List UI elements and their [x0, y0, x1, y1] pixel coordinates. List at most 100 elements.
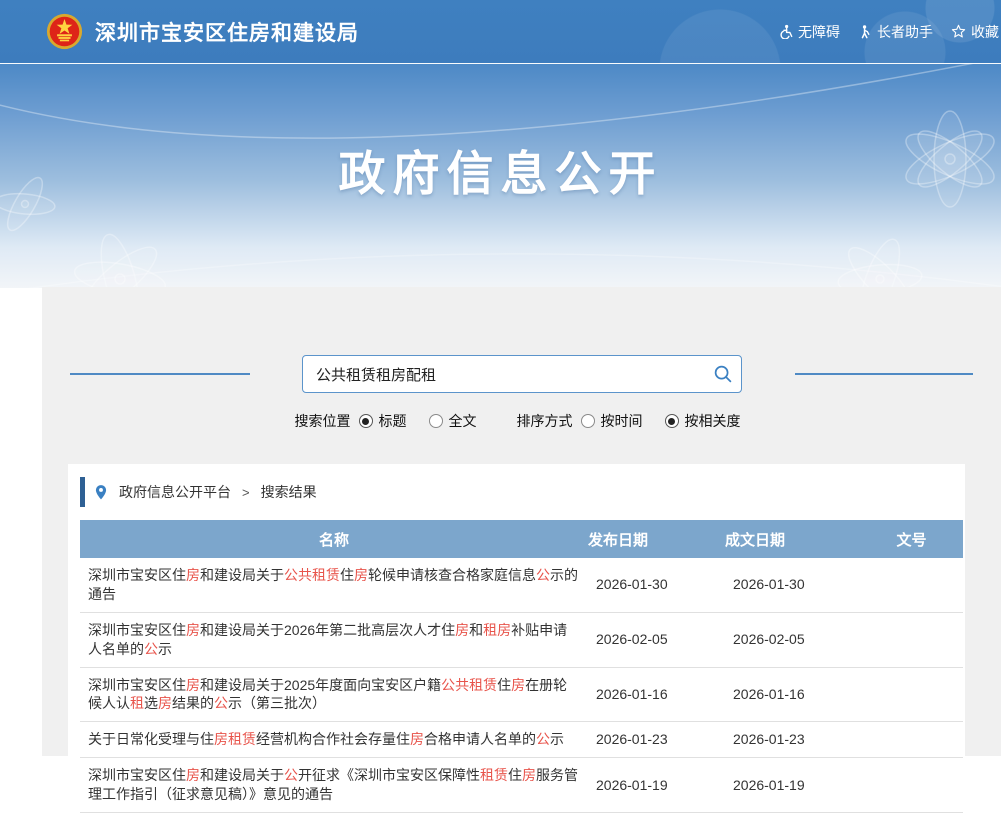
result-title-link[interactable]: 深圳市宝安区住房和建设局关于公共租赁住房轮候申请核查合格家庭信息公示的通告: [88, 567, 578, 602]
national-emblem-logo: [46, 13, 83, 50]
radio-by-time-label[interactable]: 按时间: [601, 411, 643, 431]
highlighted-keyword: 房: [522, 767, 536, 783]
radio-by-relevance[interactable]: 按相关度: [665, 411, 741, 431]
results-card: 政府信息公开平台 > 搜索结果 名称 发布日期 成文日期 文号 深圳市宝安区住房…: [68, 464, 965, 756]
result-doc-date: 2026-01-19: [725, 758, 860, 813]
table-row: 深圳市宝安区住房和建设局关于2026年第二批高层次人才住房和租房补贴申请人名单的…: [80, 612, 963, 667]
table-row: 深圳市宝安区住房和建设局关于公开征求《深圳市宝安区保障性租赁住房服务管理工作指引…: [80, 758, 963, 813]
search-position-label: 搜索位置: [295, 411, 351, 431]
breadcrumb-root-link[interactable]: 政府信息公开平台: [119, 482, 231, 502]
elder-helper-icon: [858, 24, 872, 39]
result-publish-date: 2026-02-05: [588, 612, 725, 667]
search-results-table: 名称 发布日期 成文日期 文号 深圳市宝安区住房和建设局关于公共租赁住房轮候申请…: [80, 520, 963, 813]
radio-by-relevance-control[interactable]: [665, 414, 679, 428]
table-header-row: 名称 发布日期 成文日期 文号: [80, 520, 963, 558]
highlighted-keyword: 公: [536, 567, 550, 583]
radio-fulltext-control[interactable]: [429, 414, 443, 428]
column-header-doc-date: 成文日期: [725, 520, 860, 558]
favorite-link[interactable]: 收藏: [951, 22, 999, 42]
elder-helper-link-label: 长者助手: [877, 22, 933, 42]
table-row: 关于日常化受理与住房租赁经营机构合作社会存量住房合格申请人名单的公示2026-0…: [80, 722, 963, 758]
highlighted-keyword: 公: [284, 767, 298, 783]
elder-helper-link[interactable]: 长者助手: [858, 22, 933, 42]
result-title-cell: 关于日常化受理与住房租赁经营机构合作社会存量住房合格申请人名单的公示: [80, 722, 588, 758]
title-text: 示: [158, 641, 172, 657]
result-doc-number: [860, 667, 963, 722]
site-brand: 深圳市宝安区住房和建设局: [46, 13, 359, 50]
title-text: 深圳市宝安区住: [88, 567, 186, 583]
breadcrumb: 政府信息公开平台 > 搜索结果: [80, 477, 953, 507]
title-text: 深圳市宝安区住: [88, 767, 186, 783]
result-doc-number: [860, 558, 963, 612]
highlighted-keyword: 公: [536, 731, 550, 747]
radio-by-time-control[interactable]: [581, 414, 595, 428]
title-text: 关于日常化受理与住: [88, 731, 214, 747]
result-title-link[interactable]: 深圳市宝安区住房和建设局关于2026年第二批高层次人才住房和租房补贴申请人名单的…: [88, 622, 567, 657]
result-title-cell: 深圳市宝安区住房和建设局关于2025年度面向宝安区户籍公共租赁住房在册轮候人认租…: [80, 667, 588, 722]
result-title-link[interactable]: 深圳市宝安区住房和建设局关于公开征求《深圳市宝安区保障性租赁住房服务管理工作指引…: [88, 767, 578, 802]
title-text: 和建设局关于2025年度面向宝安区户籍: [200, 677, 441, 693]
highlighted-keyword: 租: [130, 695, 144, 711]
top-utility-links: 无障碍 长者助手 收藏: [778, 22, 999, 42]
title-text: 经营机构合作社会存量住: [256, 731, 410, 747]
result-title-link[interactable]: 深圳市宝安区住房和建设局关于2025年度面向宝安区户籍公共租赁住房在册轮候人认租…: [88, 677, 567, 712]
highlighted-keyword: 房: [186, 767, 200, 783]
search-input[interactable]: [303, 366, 705, 383]
result-publish-date: 2026-01-16: [588, 667, 725, 722]
site-title: 深圳市宝安区住房和建设局: [95, 17, 359, 47]
result-publish-date: 2026-01-23: [588, 722, 725, 758]
result-doc-date: 2026-02-05: [725, 612, 860, 667]
accessibility-link-label: 无障碍: [798, 22, 840, 42]
title-text: 深圳市宝安区住: [88, 622, 186, 638]
highlighted-keyword: 房: [455, 622, 469, 638]
table-row: 深圳市宝安区住房和建设局关于2025年度面向宝安区户籍公共租赁住房在册轮候人认租…: [80, 667, 963, 722]
result-doc-number: [860, 612, 963, 667]
search-icon: [713, 364, 733, 384]
radio-title[interactable]: 标题: [359, 411, 407, 431]
left-decor-line: [70, 373, 250, 375]
highlighted-keyword: 房: [511, 677, 525, 693]
title-text: 住: [497, 677, 511, 693]
radio-by-time[interactable]: 按时间: [581, 411, 643, 431]
accessibility-icon: [778, 24, 793, 39]
highlighted-keyword: 房: [410, 731, 424, 747]
content-panel: 搜索位置 标题 全文 排序方式 按时间 按相关度 政府信息公开平台 > 搜索: [42, 287, 1001, 756]
column-header-doc-number: 文号: [860, 520, 963, 558]
result-publish-date: 2026-01-30: [588, 558, 725, 612]
title-text: 和建设局关于2026年第二批高层次人才住: [200, 622, 455, 638]
column-header-name: 名称: [80, 520, 588, 558]
radio-title-control[interactable]: [359, 414, 373, 428]
search-options-row: 搜索位置 标题 全文 排序方式 按时间 按相关度: [42, 411, 1001, 431]
title-text: 深圳市宝安区住: [88, 677, 186, 693]
breadcrumb-current: 搜索结果: [261, 482, 317, 502]
result-title-cell: 深圳市宝安区住房和建设局关于公开征求《深圳市宝安区保障性租赁住房服务管理工作指引…: [80, 758, 588, 813]
highlighted-keyword: 房: [186, 567, 200, 583]
breadcrumb-separator: >: [242, 485, 250, 500]
highlighted-keyword: 房: [158, 695, 172, 711]
column-header-publish-date: 发布日期: [588, 520, 725, 558]
result-title-link[interactable]: 关于日常化受理与住房租赁经营机构合作社会存量住房合格申请人名单的公示: [88, 731, 564, 747]
title-text: 住: [340, 567, 354, 583]
title-text: 示: [550, 731, 564, 747]
favorite-link-label: 收藏: [971, 22, 999, 42]
highlighted-keyword: 公: [214, 695, 228, 711]
accessibility-link[interactable]: 无障碍: [778, 22, 840, 42]
title-text: 和: [469, 622, 483, 638]
search-button[interactable]: [705, 356, 741, 392]
title-text: 示（第三批次）: [228, 695, 326, 711]
result-doc-date: 2026-01-23: [725, 722, 860, 758]
radio-by-relevance-label[interactable]: 按相关度: [685, 411, 741, 431]
radio-title-label[interactable]: 标题: [379, 411, 407, 431]
radio-fulltext-label[interactable]: 全文: [449, 411, 477, 431]
highlighted-keyword: 房: [186, 677, 200, 693]
radio-fulltext[interactable]: 全文: [429, 411, 477, 431]
title-text: 合格申请人名单的: [424, 731, 536, 747]
highlighted-keyword: 公共租赁: [284, 567, 340, 583]
highlighted-keyword: 房: [354, 567, 368, 583]
highlighted-keyword: 租房: [483, 622, 511, 638]
title-text: 和建设局关于: [200, 767, 284, 783]
title-text: 和建设局关于: [200, 567, 284, 583]
page-title: 政府信息公开: [0, 135, 1001, 204]
highlighted-keyword: 租赁: [480, 767, 508, 783]
result-publish-date: 2026-01-19: [588, 758, 725, 813]
